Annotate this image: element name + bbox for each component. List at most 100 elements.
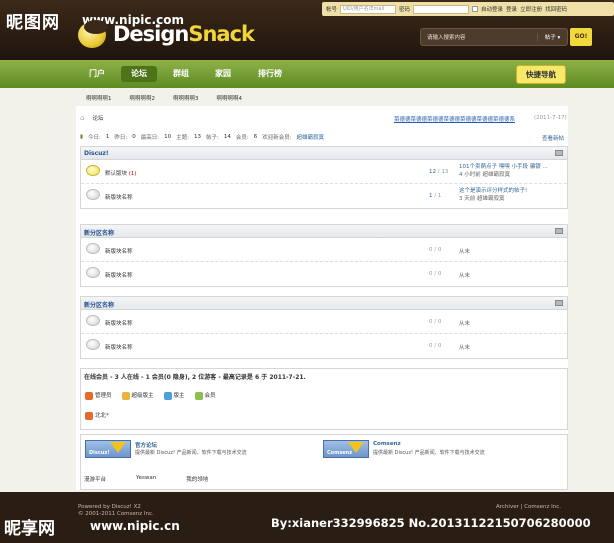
forum-icon bbox=[86, 189, 100, 200]
auto-login-checkbox[interactable] bbox=[472, 6, 479, 12]
nav-item-portal[interactable]: 门户 bbox=[80, 66, 114, 82]
logo-part2: Snack bbox=[188, 22, 255, 46]
search-button[interactable]: GO! bbox=[570, 28, 592, 46]
partner-name[interactable]: Comsenz bbox=[373, 441, 401, 447]
partner-logo[interactable]: Comsenz bbox=[323, 440, 369, 458]
forum-posts: 0 bbox=[437, 271, 442, 277]
stat-yesterday: 0 bbox=[132, 134, 136, 140]
stat-welcome: 欢迎新会员: bbox=[262, 135, 292, 141]
forum-threads: 0 bbox=[429, 271, 433, 277]
stat-max: 10 bbox=[164, 134, 172, 140]
partner-link[interactable]: Comsenz Comsenz 提供最新 Discuz! 产品新闻、软件下载与技… bbox=[323, 440, 553, 462]
online-members: 在线会员 - 3 人在线 - 1 会员(0 隐身), 2 位游客 - 最高记录是… bbox=[80, 368, 568, 430]
powered-by: Powered by Discuz! X2 bbox=[78, 504, 141, 510]
section-header: 新分区名称 bbox=[81, 297, 567, 310]
forum-counts: 0 / 0 bbox=[429, 343, 442, 349]
forum-icon bbox=[86, 339, 100, 350]
section-title[interactable]: Discuz! bbox=[84, 150, 109, 157]
forum-name[interactable]: 默认版块 (1) bbox=[105, 169, 137, 177]
forum-posts: 0 bbox=[437, 319, 442, 325]
logo-part1: Design bbox=[113, 22, 189, 46]
subnav-item-4[interactable]: 啊啊啊啊4 bbox=[217, 94, 243, 102]
nav-item-home[interactable]: 家园 bbox=[206, 66, 240, 82]
section-header: 新分区名称 bbox=[81, 225, 567, 238]
user-icon bbox=[85, 411, 93, 420]
forum-threads: 0 bbox=[429, 247, 433, 253]
breadcrumb-current[interactable]: 论坛 bbox=[92, 114, 103, 122]
announcement-link[interactable]: 菜德德菜德德菜德德菜德德菜德德菜德德菜德德系 bbox=[394, 115, 515, 123]
forum-last-post: 101个卖萌点子 嘿嘿 小手段 骗银 ... 4 小时前 超雄霸寂寞 bbox=[459, 163, 548, 179]
watermark-bottom-url: www.nipic.cn bbox=[90, 519, 180, 533]
last-post-never: 从未 bbox=[459, 321, 471, 327]
forum-name[interactable]: 新版块名称 bbox=[105, 271, 133, 279]
forum-new-icon bbox=[86, 165, 100, 176]
forgot-password-link[interactable]: 找回密码 bbox=[545, 5, 567, 13]
mod-icon bbox=[163, 391, 172, 400]
forum-section: 新分区名称 新版块名称 0 / 0 从未 新版块名称 0 / 0 从未 bbox=[80, 224, 568, 287]
forum-icon bbox=[86, 267, 100, 278]
online-user[interactable]: 北北* bbox=[85, 411, 109, 420]
collapse-icon[interactable] bbox=[555, 228, 563, 234]
nav-item-forum[interactable]: 论坛 bbox=[121, 66, 157, 82]
forum-posts: 0 bbox=[437, 247, 442, 253]
partner-logo[interactable]: Discuz! bbox=[85, 440, 131, 458]
auto-login-label[interactable]: 自动登录 bbox=[481, 5, 503, 13]
stat-posts-label: 帖子: bbox=[205, 135, 219, 141]
last-post-title[interactable]: 101个卖萌点子 嘿嘿 小手段 骗银 ... bbox=[459, 164, 548, 170]
login-button[interactable]: 登录 bbox=[506, 5, 517, 13]
forum-row: 新版块名称 0 / 0 从未 bbox=[81, 310, 567, 334]
main-content: ⌂ 论坛 菜德德菜德德菜德德菜德德菜德德菜德德菜德德系 (2011-7-17) … bbox=[76, 106, 568, 490]
view-new-posts-link[interactable]: 查看新帖 bbox=[542, 134, 564, 142]
forum-counts: 0 / 0 bbox=[429, 247, 442, 253]
section-title[interactable]: 新分区名称 bbox=[84, 300, 114, 309]
quick-nav-button[interactable]: 快捷导航 bbox=[516, 65, 566, 84]
text-link[interactable]: 漫游平台 bbox=[84, 475, 106, 483]
section-title[interactable]: 新分区名称 bbox=[84, 228, 114, 237]
friend-links: Discuz! 官方论坛 提供最新 Discuz! 产品新闻、软件下载与技术交流… bbox=[80, 434, 568, 490]
site-logo[interactable]: DesignSnack bbox=[113, 22, 255, 46]
forum-posts: 13 bbox=[441, 169, 449, 175]
text-link[interactable]: Yeswan bbox=[136, 475, 156, 483]
collapse-icon[interactable] bbox=[555, 150, 563, 156]
subnav-item-2[interactable]: 啊啊啊啊2 bbox=[130, 94, 156, 102]
footer-powered: Powered by Discuz! X2 © 2001-2011 Comsen… bbox=[78, 504, 154, 518]
account-label: 帐号 bbox=[326, 7, 338, 13]
forum-name[interactable]: 新版块名称 bbox=[105, 319, 133, 327]
search-scope-select[interactable]: 帖子 ▾ bbox=[537, 33, 567, 41]
forum-posts: 0 bbox=[437, 343, 442, 349]
online-user-name[interactable]: 北北* bbox=[95, 413, 109, 419]
watermark-bottom-text: 昵享网 bbox=[4, 519, 55, 539]
collapse-icon[interactable] bbox=[555, 300, 563, 306]
forum-last-post: 这个是演示评分样式的帖子! 3 天前 超雄霸寂寞 bbox=[459, 187, 527, 203]
footer-links[interactable]: Archiver | Comsenz Inc. bbox=[496, 504, 561, 510]
forum-name[interactable]: 新版块名称 bbox=[105, 247, 133, 255]
forum-name-text[interactable]: 默认版块 bbox=[105, 171, 127, 177]
partner-link[interactable]: Discuz! 官方论坛 提供最新 Discuz! 产品新闻、软件下载与技术交流 bbox=[85, 440, 305, 462]
new-member-link[interactable]: 超雄霸寂寞 bbox=[297, 133, 325, 141]
forum-name[interactable]: 新版块名称 bbox=[105, 193, 133, 201]
partner-name[interactable]: 官方论坛 bbox=[135, 441, 157, 449]
forum-name[interactable]: 新版块名称 bbox=[105, 343, 133, 351]
copyright: © 2001-2011 Comsenz Inc. bbox=[78, 511, 154, 517]
password-input[interactable] bbox=[413, 4, 470, 14]
stat-yesterday-label: 昨日: bbox=[114, 135, 128, 141]
forum-row: 新版块名称 1 / 1 这个是演示评分样式的帖子! 3 天前 超雄霸寂寞 bbox=[81, 184, 567, 208]
last-post-title[interactable]: 这个是演示评分样式的帖子! bbox=[459, 188, 527, 194]
home-icon[interactable]: ⌂ bbox=[80, 114, 84, 122]
legend-admin: 管理员 bbox=[85, 391, 112, 400]
stat-today: 1 bbox=[105, 134, 110, 140]
legend-member-label: 会员 bbox=[204, 393, 216, 399]
search-input[interactable]: 请输入搜索内容 bbox=[421, 33, 537, 41]
last-post-meta: 4 小时前 超雄霸寂寞 bbox=[459, 172, 510, 178]
stat-members-label: 会员: bbox=[235, 135, 249, 141]
subnav-item-3[interactable]: 啊啊啊啊3 bbox=[173, 94, 199, 102]
subnav-item-1[interactable]: 啊啊啊啊1 bbox=[86, 94, 112, 102]
partner-desc: 提供最新 Discuz! 产品新闻、软件下载与技术交流 bbox=[135, 450, 247, 456]
forum-threads: 1 bbox=[429, 193, 433, 199]
nav-item-group[interactable]: 群组 bbox=[164, 66, 198, 82]
text-link[interactable]: 我的领地 bbox=[186, 475, 208, 483]
register-link[interactable]: 立即注册 bbox=[520, 5, 542, 13]
account-input[interactable]: UID/用户名/Email bbox=[340, 4, 397, 14]
nav-item-ranking[interactable]: 排行榜 bbox=[250, 66, 290, 82]
forum-threads: 12 bbox=[429, 169, 436, 175]
